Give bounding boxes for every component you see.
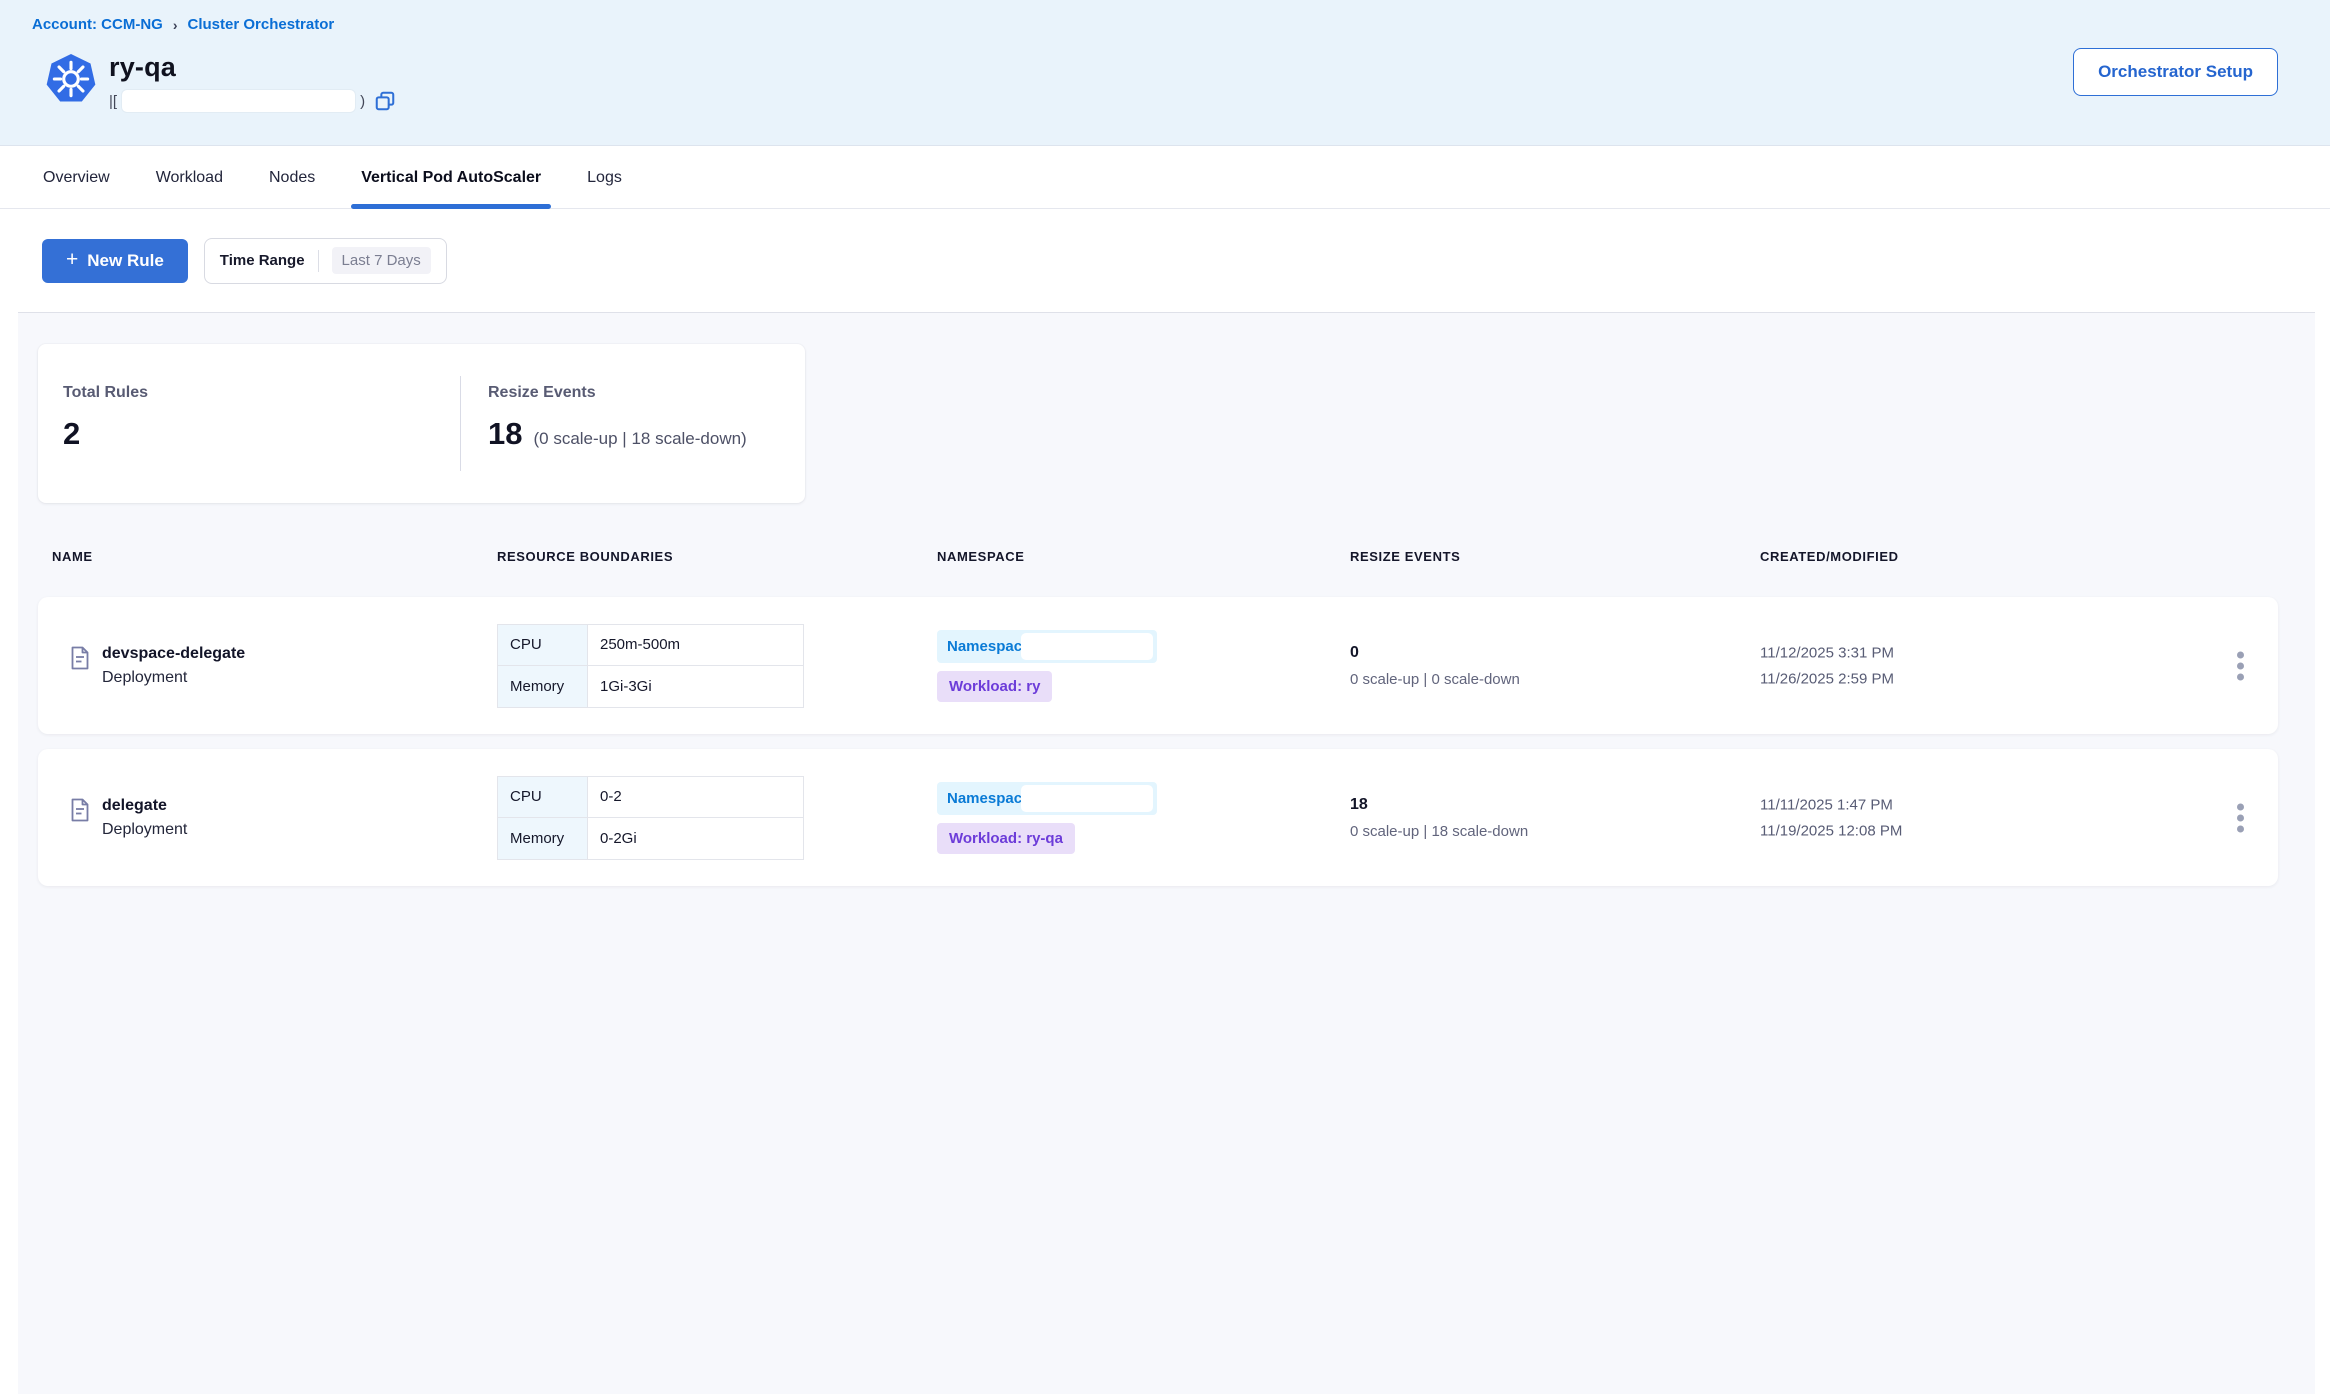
- tab-vertical-pod-autoscaler[interactable]: Vertical Pod AutoScaler: [361, 147, 541, 208]
- memory-label: Memory: [498, 666, 588, 707]
- tab-nodes[interactable]: Nodes: [269, 147, 315, 208]
- table-header: NAME RESOURCE BOUNDARIES NAMESPACE RESIZ…: [38, 549, 2278, 569]
- rule-name-cell: delegate Deployment: [70, 797, 187, 839]
- column-header-created-modified: CREATED/MODIFIED: [1760, 549, 1899, 564]
- rule-kind: Deployment: [102, 821, 187, 839]
- created-modified-cell: 11/12/2025 3:31 PM 11/26/2025 2:59 PM: [1760, 644, 1894, 687]
- resize-detail: 0 scale-up | 0 scale-down: [1350, 671, 1520, 688]
- resize-events-cell: 18 0 scale-up | 18 scale-down: [1350, 796, 1528, 840]
- tab-logs[interactable]: Logs: [587, 147, 622, 208]
- cpu-value: 250m-500m: [588, 625, 803, 666]
- cluster-id-suffix: ): [360, 93, 365, 110]
- content-panel: Total Rules 2 Resize Events 18 (0 scale-…: [18, 312, 2315, 1394]
- toolbar: + New Rule Time Range Last 7 Days: [0, 209, 2330, 312]
- column-header-namespace: NAMESPACE: [937, 549, 1025, 564]
- total-rules-stat: Total Rules 2: [63, 384, 148, 452]
- created-date: 11/11/2025 1:47 PM: [1760, 796, 1902, 813]
- modified-date: 11/19/2025 12:08 PM: [1760, 822, 1902, 839]
- cluster-header: Account: CCM-NG › Cluster Orchestrator r…: [0, 0, 2330, 146]
- cluster-id-redacted: [122, 90, 355, 112]
- namespace-badge[interactable]: Namespace: l: [937, 630, 1157, 663]
- time-range-label: Time Range: [220, 252, 305, 269]
- cluster-title-row: ry-qa |[ ): [45, 52, 396, 113]
- document-icon: [70, 646, 90, 670]
- copy-icon[interactable]: [374, 90, 396, 112]
- workload-badge[interactable]: Workload: ry-qa: [937, 823, 1075, 854]
- plus-icon: +: [66, 249, 78, 270]
- kubernetes-icon: [45, 52, 97, 106]
- table-row: devspace-delegate Deployment CPU 250m-50…: [38, 597, 2278, 734]
- resize-events-detail: (0 scale-up | 18 scale-down): [533, 429, 746, 449]
- column-header-name: NAME: [52, 549, 93, 564]
- rule-kind: Deployment: [102, 669, 245, 687]
- total-rules-value: 2: [63, 416, 80, 452]
- namespace-redacted: [1021, 633, 1153, 660]
- breadcrumb-cluster-orchestrator-link[interactable]: Cluster Orchestrator: [188, 16, 335, 33]
- resize-events-cell: 0 0 scale-up | 0 scale-down: [1350, 644, 1520, 688]
- resize-events-value: 18: [488, 416, 522, 452]
- breadcrumb-separator-icon: ›: [173, 17, 178, 33]
- namespace-cell: Namespace: l Workload: ry-qa: [937, 782, 1157, 854]
- resource-boundaries-cell: CPU 0-2 Memory 0-2Gi: [497, 776, 804, 860]
- resize-events-stat: Resize Events 18 (0 scale-up | 18 scale-…: [488, 384, 747, 452]
- namespace-badge[interactable]: Namespace: l: [937, 782, 1157, 815]
- memory-label: Memory: [498, 818, 588, 859]
- rule-name[interactable]: delegate: [102, 797, 187, 815]
- column-header-resource-boundaries: RESOURCE BOUNDARIES: [497, 549, 673, 564]
- resize-events-label: Resize Events: [488, 384, 747, 402]
- page-title: ry-qa: [109, 52, 396, 83]
- breadcrumb-account-link[interactable]: Account: CCM-NG: [32, 16, 163, 33]
- column-header-resize-events: RESIZE EVENTS: [1350, 549, 1460, 564]
- rule-name-cell: devspace-delegate Deployment: [70, 645, 245, 687]
- breadcrumb: Account: CCM-NG › Cluster Orchestrator: [32, 16, 334, 33]
- time-range-selector[interactable]: Time Range Last 7 Days: [204, 238, 447, 284]
- tab-bar: Overview Workload Nodes Vertical Pod Aut…: [0, 147, 2330, 209]
- resource-boundaries-cell: CPU 250m-500m Memory 1Gi-3Gi: [497, 624, 804, 708]
- cpu-label: CPU: [498, 625, 588, 666]
- resize-detail: 0 scale-up | 18 scale-down: [1350, 823, 1528, 840]
- new-rule-label: New Rule: [87, 251, 164, 271]
- created-modified-cell: 11/11/2025 1:47 PM 11/19/2025 12:08 PM: [1760, 796, 1902, 839]
- namespace-redacted: [1021, 785, 1153, 812]
- memory-value: 1Gi-3Gi: [588, 666, 803, 707]
- table-row: delegate Deployment CPU 0-2 Memory 0-2Gi…: [38, 749, 2278, 886]
- time-range-divider: [318, 250, 319, 272]
- modified-date: 11/26/2025 2:59 PM: [1760, 670, 1894, 687]
- total-rules-label: Total Rules: [63, 384, 148, 402]
- tab-workload[interactable]: Workload: [156, 147, 223, 208]
- cluster-id-prefix: |[: [109, 93, 117, 110]
- namespace-cell: Namespace: l Workload: ry: [937, 630, 1157, 702]
- document-icon: [70, 798, 90, 822]
- rule-name[interactable]: devspace-delegate: [102, 645, 245, 663]
- new-rule-button[interactable]: + New Rule: [42, 239, 188, 283]
- resize-count: 18: [1350, 796, 1528, 814]
- time-range-value: Last 7 Days: [332, 247, 431, 274]
- orchestrator-setup-button[interactable]: Orchestrator Setup: [2073, 48, 2278, 96]
- cluster-id-row: |[ ): [109, 89, 396, 113]
- summary-card: Total Rules 2 Resize Events 18 (0 scale-…: [38, 344, 805, 503]
- cpu-label: CPU: [498, 777, 588, 818]
- tab-overview[interactable]: Overview: [43, 147, 110, 208]
- row-actions-menu-icon[interactable]: [2233, 647, 2248, 684]
- row-actions-menu-icon[interactable]: [2233, 799, 2248, 836]
- resize-count: 0: [1350, 644, 1520, 662]
- workload-badge[interactable]: Workload: ry: [937, 671, 1052, 702]
- cpu-value: 0-2: [588, 777, 803, 818]
- created-date: 11/12/2025 3:31 PM: [1760, 644, 1894, 661]
- summary-divider: [460, 376, 461, 471]
- memory-value: 0-2Gi: [588, 818, 803, 859]
